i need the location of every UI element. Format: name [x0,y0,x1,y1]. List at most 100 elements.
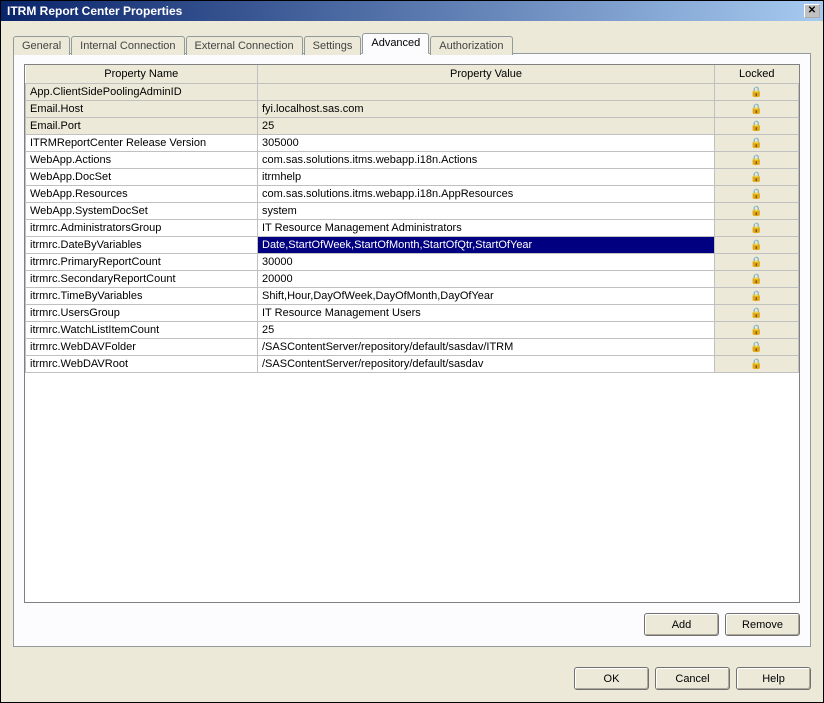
property-name-cell[interactable]: WebApp.SystemDocSet [26,202,258,219]
tab-authorization[interactable]: Authorization [430,36,512,55]
property-locked-cell[interactable]: 🔒 [715,134,799,151]
column-header-value[interactable]: Property Value [258,65,715,83]
column-header-name[interactable]: Property Name [26,65,258,83]
property-name-cell[interactable]: itrmrc.TimeByVariables [26,287,258,304]
table-row[interactable]: itrmrc.DateByVariablesDate,StartOfWeek,S… [26,236,799,253]
table-row[interactable]: WebApp.Actionscom.sas.solutions.itms.web… [26,151,799,168]
properties-table: Property Name Property Value Locked App.… [25,65,799,373]
panel-button-row: Add Remove [24,613,800,636]
property-name-cell[interactable]: App.ClientSidePoolingAdminID [26,83,258,100]
table-row[interactable]: itrmrc.WebDAVRoot/SASContentServer/repos… [26,355,799,372]
property-value-cell[interactable]: system [258,202,715,219]
lock-icon: 🔒 [750,156,762,166]
property-locked-cell[interactable]: 🔒 [715,151,799,168]
property-locked-cell[interactable]: 🔒 [715,202,799,219]
close-button[interactable]: ✕ [804,4,820,18]
table-row[interactable]: ITRMReportCenter Release Version305000 🔒 [26,134,799,151]
lock-icon: 🔒 [750,360,762,370]
property-value-cell[interactable]: IT Resource Management Administrators [258,219,715,236]
property-value-cell[interactable]: 25 [258,321,715,338]
tabs-row: GeneralInternal ConnectionExternal Conne… [13,33,811,54]
cancel-button[interactable]: Cancel [655,667,730,690]
property-name-cell[interactable]: itrmrc.WatchListItemCount [26,321,258,338]
lock-icon: 🔒 [750,275,762,285]
property-locked-cell[interactable]: 🔒 [715,287,799,304]
property-name-cell[interactable]: itrmrc.AdministratorsGroup [26,219,258,236]
tab-advanced[interactable]: Advanced [362,33,429,54]
lock-icon: 🔒 [750,224,762,234]
table-row[interactable]: Email.Hostfyi.localhost.sas.com 🔒 [26,100,799,117]
property-name-cell[interactable]: Email.Host [26,100,258,117]
property-name-cell[interactable]: itrmrc.WebDAVFolder [26,338,258,355]
property-value-cell[interactable]: Shift,Hour,DayOfWeek,DayOfMonth,DayOfYea… [258,287,715,304]
table-row[interactable]: WebApp.Resourcescom.sas.solutions.itms.w… [26,185,799,202]
property-value-cell[interactable]: 20000 [258,270,715,287]
table-row[interactable]: itrmrc.TimeByVariablesShift,Hour,DayOfWe… [26,287,799,304]
table-row[interactable]: App.ClientSidePoolingAdminID 🔒 [26,83,799,100]
property-value-cell[interactable]: 30000 [258,253,715,270]
property-value-cell[interactable]: IT Resource Management Users [258,304,715,321]
property-locked-cell[interactable]: 🔒 [715,117,799,134]
property-name-cell[interactable]: itrmrc.WebDAVRoot [26,355,258,372]
property-locked-cell[interactable]: 🔒 [715,236,799,253]
table-row[interactable]: itrmrc.SecondaryReportCount20000 🔒 [26,270,799,287]
property-name-cell[interactable]: itrmrc.UsersGroup [26,304,258,321]
property-locked-cell[interactable]: 🔒 [715,321,799,338]
lock-icon: 🔒 [750,292,762,302]
tab-external-connection[interactable]: External Connection [186,36,303,55]
property-value-cell[interactable]: com.sas.solutions.itms.webapp.i18n.Actio… [258,151,715,168]
property-locked-cell[interactable]: 🔒 [715,168,799,185]
property-name-cell[interactable]: WebApp.Resources [26,185,258,202]
table-row[interactable]: itrmrc.UsersGroupIT Resource Management … [26,304,799,321]
property-value-cell[interactable]: /SASContentServer/repository/default/sas… [258,355,715,372]
tab-general[interactable]: General [13,36,70,55]
table-row[interactable]: WebApp.SystemDocSetsystem 🔒 [26,202,799,219]
lock-icon: 🔒 [750,105,762,115]
property-locked-cell[interactable]: 🔒 [715,185,799,202]
property-locked-cell[interactable]: 🔒 [715,253,799,270]
property-value-cell[interactable]: 305000 [258,134,715,151]
table-row[interactable]: itrmrc.AdministratorsGroupIT Resource Ma… [26,219,799,236]
column-header-locked[interactable]: Locked [715,65,799,83]
property-locked-cell[interactable]: 🔒 [715,338,799,355]
table-row[interactable]: itrmrc.WebDAVFolder/SASContentServer/rep… [26,338,799,355]
properties-table-wrap[interactable]: Property Name Property Value Locked App.… [24,64,800,603]
property-name-cell[interactable]: ITRMReportCenter Release Version [26,134,258,151]
property-value-cell[interactable]: itrmhelp [258,168,715,185]
property-name-cell[interactable]: itrmrc.DateByVariables [26,236,258,253]
tab-internal-connection[interactable]: Internal Connection [71,36,184,55]
property-locked-cell[interactable]: 🔒 [715,304,799,321]
property-value-cell[interactable]: Date,StartOfWeek,StartOfMonth,StartOfQtr… [258,236,715,253]
property-name-cell[interactable]: itrmrc.PrimaryReportCount [26,253,258,270]
ok-button[interactable]: OK [574,667,649,690]
property-locked-cell[interactable]: 🔒 [715,219,799,236]
property-locked-cell[interactable]: 🔒 [715,355,799,372]
lock-icon: 🔒 [750,139,762,149]
property-locked-cell[interactable]: 🔒 [715,270,799,287]
property-value-cell[interactable]: fyi.localhost.sas.com [258,100,715,117]
remove-button[interactable]: Remove [725,613,800,636]
add-button[interactable]: Add [644,613,719,636]
property-value-cell[interactable]: com.sas.solutions.itms.webapp.i18n.AppRe… [258,185,715,202]
lock-icon: 🔒 [750,326,762,336]
lock-icon: 🔒 [750,309,762,319]
table-row[interactable]: WebApp.DocSetitrmhelp🔒 [26,168,799,185]
table-row[interactable]: itrmrc.PrimaryReportCount30000 🔒 [26,253,799,270]
table-row[interactable]: itrmrc.WatchListItemCount25 🔒 [26,321,799,338]
dialog-button-row: OK Cancel Help [1,657,823,702]
property-name-cell[interactable]: itrmrc.SecondaryReportCount [26,270,258,287]
property-locked-cell[interactable]: 🔒 [715,83,799,100]
property-value-cell[interactable] [258,83,715,100]
property-value-cell[interactable]: 25 [258,117,715,134]
property-name-cell[interactable]: WebApp.Actions [26,151,258,168]
property-name-cell[interactable]: Email.Port [26,117,258,134]
property-value-cell[interactable]: /SASContentServer/repository/default/sas… [258,338,715,355]
table-row[interactable]: Email.Port25🔒 [26,117,799,134]
property-name-cell[interactable]: WebApp.DocSet [26,168,258,185]
content-area: GeneralInternal ConnectionExternal Conne… [1,21,823,657]
property-locked-cell[interactable]: 🔒 [715,100,799,117]
lock-icon: 🔒 [750,258,762,268]
help-button[interactable]: Help [736,667,811,690]
lock-icon: 🔒 [750,207,762,217]
tab-settings[interactable]: Settings [304,36,362,55]
